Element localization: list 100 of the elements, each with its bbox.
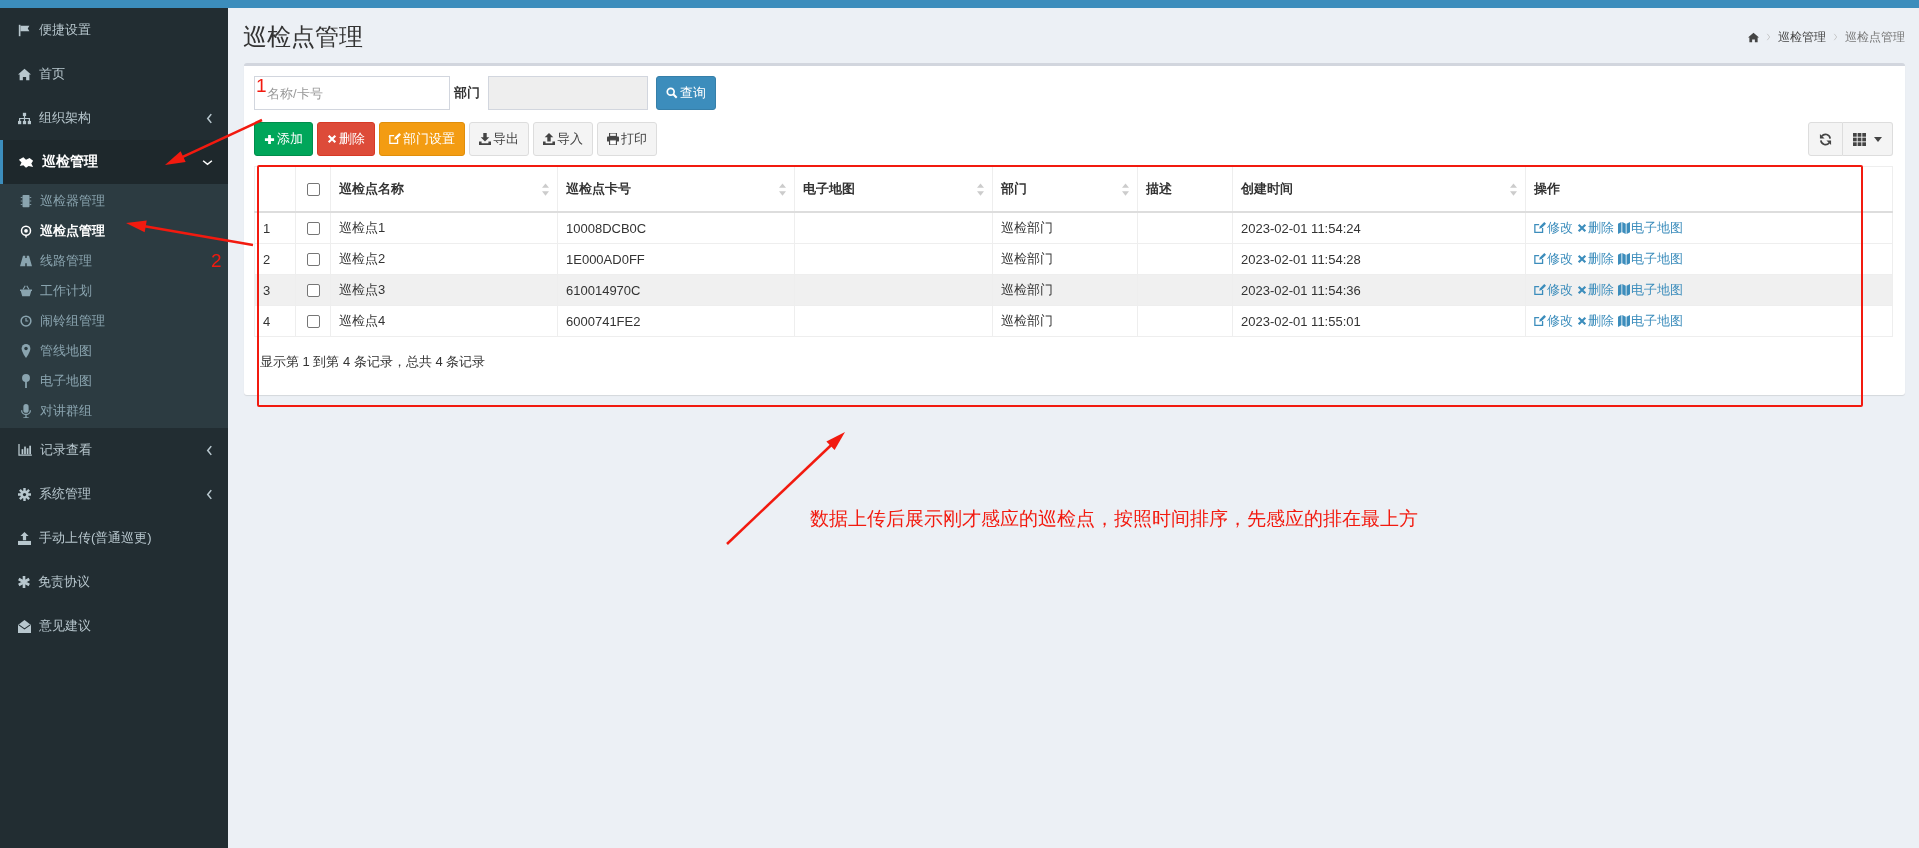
submenu-item[interactable]: 管线地图 [20, 336, 92, 366]
sidebar-item[interactable]: 系统管理 [0, 472, 228, 516]
toolbar-button[interactable]: 打印 [597, 122, 657, 156]
toolbar-button[interactable]: 导出 [469, 122, 529, 156]
table-cell: 巡检点2 [330, 243, 558, 275]
toolbar-button[interactable]: 删除 [317, 122, 375, 156]
refresh-icon [1819, 132, 1833, 146]
annotation-number: 1 [256, 75, 267, 97]
close-icon [1577, 254, 1587, 264]
close-icon [1577, 223, 1587, 233]
table-cell: 巡检部门 [992, 243, 1138, 275]
row-action-link[interactable]: 电子地图 [1618, 312, 1683, 330]
sitemap-icon [18, 111, 31, 125]
printer-icon [607, 133, 619, 145]
row-checkbox[interactable] [306, 283, 320, 297]
close-icon [1577, 316, 1587, 326]
caret-icon [1874, 136, 1882, 142]
table-row[interactable]: 1 巡检点1 10008DCB0C 巡检部门 2023-02-01 11:54:24 修改 删除 电子地图 [254, 212, 1893, 244]
row-action-link[interactable]: 删除 [1577, 250, 1614, 268]
sidebar-item[interactable]: 便捷设置 [0, 8, 228, 52]
column-header[interactable]: 创建时间 [1241, 180, 1293, 198]
road-icon [20, 255, 32, 267]
bar-chart-icon [18, 444, 32, 456]
edit-icon [1534, 253, 1546, 265]
sidebar-item[interactable]: 组织架构 [0, 96, 228, 140]
download-icon [479, 133, 491, 145]
edit-icon [1534, 315, 1546, 327]
pagination-info: 显示第 1 到第 4 条记录，总共 4 条记录 [259, 353, 487, 371]
home-icon [18, 67, 31, 81]
table-cell: 巡检部门 [992, 305, 1138, 337]
pin-icon [20, 374, 32, 388]
submenu-item[interactable]: 巡检器管理 [20, 186, 105, 216]
sidebar-item[interactable]: 免责协议 [0, 560, 228, 604]
settings-icon [18, 487, 31, 501]
table-cell: 巡检部门 [992, 274, 1138, 306]
row-action-link[interactable]: 修改 [1534, 250, 1573, 268]
chevron-right-icon [1766, 33, 1771, 41]
submenu-item[interactable]: 电子地图 [20, 366, 92, 396]
submenu-item[interactable]: 工作计划 [20, 276, 92, 306]
row-action-link[interactable]: 删除 [1577, 219, 1614, 237]
column-header: 操作 [1534, 180, 1560, 198]
sidebar-item[interactable]: 首页 [0, 52, 228, 96]
plus-icon [264, 133, 275, 145]
table-cell: 610014970C [557, 274, 795, 306]
sidebar-item[interactable]: 巡检管理 [0, 140, 228, 184]
map-icon [1618, 284, 1630, 296]
row-checkbox[interactable] [306, 314, 320, 328]
edit-icon [389, 133, 401, 145]
asterisk-icon [18, 576, 30, 588]
field-label: 部门 [454, 84, 480, 102]
refresh-button[interactable] [1808, 122, 1844, 156]
column-header[interactable]: 巡检点名称 [339, 180, 404, 198]
submenu-item[interactable]: 线路管理 [20, 246, 92, 276]
table-cell: 巡检部门 [992, 212, 1138, 244]
table-cell: 巡检点3 [330, 274, 558, 306]
table-row[interactable]: 2 巡检点2 1E000AD0FF 巡检部门 2023-02-01 11:54:28 修改 删除 电子地图 [254, 243, 1893, 275]
edit-icon [1534, 222, 1546, 234]
envelope-open-icon [18, 619, 31, 633]
table-cell: 巡检点1 [330, 212, 558, 244]
table-row[interactable]: 4 巡检点4 6000741FE2 巡检部门 2023-02-01 11:55:01 修改 删除 电子地图 [254, 305, 1893, 337]
home-icon [1748, 31, 1759, 43]
device-icon [20, 194, 32, 208]
department-field[interactable] [488, 76, 648, 110]
location-point-icon [20, 224, 32, 238]
row-action-link[interactable]: 电子地图 [1618, 250, 1683, 268]
row-checkbox[interactable] [306, 221, 320, 235]
edit-icon [1534, 284, 1546, 296]
submenu-item[interactable]: 闹铃组管理 [20, 306, 105, 336]
submenu-item[interactable]: 巡检点管理 [20, 216, 105, 246]
clock-icon [20, 315, 32, 327]
sidebar-item[interactable]: 手动上传(普通巡更) [0, 516, 228, 560]
breadcrumb-item[interactable]: 巡检管理 [1778, 28, 1826, 46]
table-cell: 2023-02-01 11:55:01 [1232, 305, 1526, 337]
table-cell: 2023-02-01 11:54:24 [1232, 212, 1526, 244]
annotation-note: 数据上传后展示刚才感应的巡检点，按照时间排序，先感应的排在最上方 [810, 507, 1418, 531]
upload-icon [543, 133, 555, 145]
row-action-link[interactable]: 删除 [1577, 312, 1614, 330]
map-icon [1618, 253, 1630, 265]
table-cell: 2023-02-01 11:54:36 [1232, 274, 1526, 306]
column-header[interactable]: 电子地图 [803, 180, 855, 198]
query-button[interactable]: 查询 [656, 76, 716, 110]
row-action-link[interactable]: 修改 [1534, 219, 1573, 237]
flag-icon [18, 23, 31, 37]
upload-icon [18, 531, 31, 545]
sidebar-item[interactable]: 意见建议 [0, 604, 228, 648]
table-cell: 2023-02-01 11:54:28 [1232, 243, 1526, 275]
select-all-checkbox[interactable] [306, 182, 320, 196]
row-action-link[interactable]: 修改 [1534, 312, 1573, 330]
submenu-item[interactable]: 对讲群组 [20, 396, 92, 426]
close-icon [327, 134, 337, 144]
row-action-link[interactable]: 电子地图 [1618, 219, 1683, 237]
row-checkbox[interactable] [306, 252, 320, 266]
breadcrumb-item: 巡检点管理 [1845, 28, 1905, 46]
table-row[interactable]: 3 巡检点3 610014970C 巡检部门 2023-02-01 11:54:36 修改 删除 电子地图 [254, 274, 1893, 306]
toolbar-button[interactable]: 导入 [533, 122, 593, 156]
column-header[interactable]: 部门 [1001, 180, 1027, 198]
grid-icon [1853, 132, 1867, 146]
sidebar-item[interactable]: 记录查看 [0, 428, 228, 472]
column-header[interactable]: 巡检点卡号 [566, 180, 631, 198]
columns-button[interactable] [1843, 122, 1893, 156]
